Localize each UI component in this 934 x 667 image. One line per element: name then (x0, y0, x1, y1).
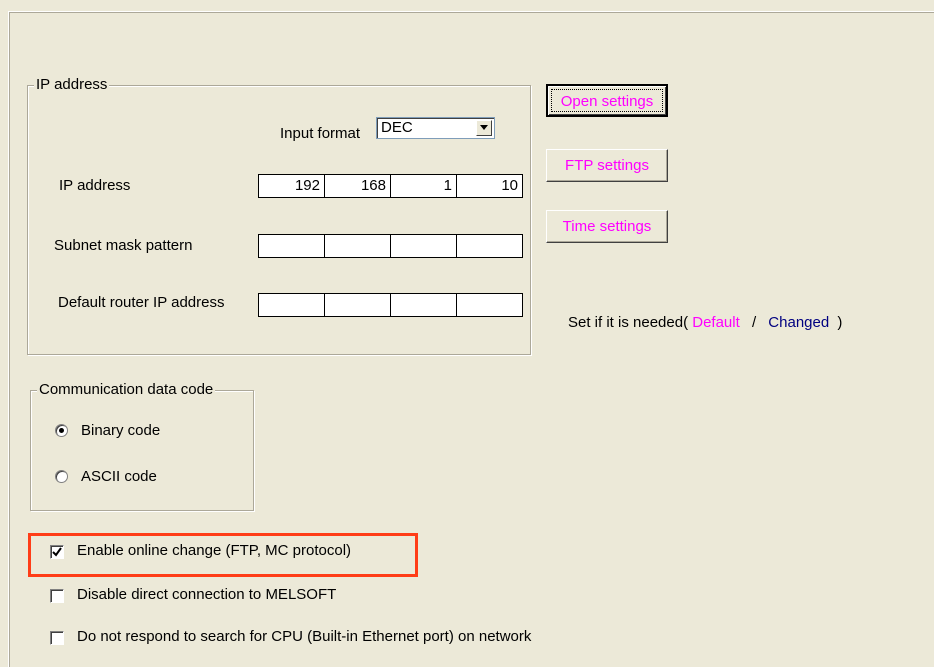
open-settings-button[interactable]: Open settings (546, 84, 668, 117)
binary-code-label[interactable]: Binary code (81, 422, 160, 440)
disable-direct-checkbox[interactable] (50, 589, 64, 603)
router-octet-1[interactable] (259, 294, 325, 316)
router-octet-2[interactable] (325, 294, 391, 316)
subnet-mask-label: Subnet mask pattern (54, 237, 193, 254)
ip-octet-1[interactable]: 192 (259, 175, 325, 197)
hint-changed: Changed (768, 314, 830, 331)
no-respond-checkbox[interactable] (50, 631, 64, 645)
open-settings-label: Open settings (560, 93, 654, 110)
ip-address-label: IP address (59, 177, 131, 194)
input-format-label: Input format (280, 125, 361, 142)
hint-prefix: Set if it is needed( (568, 314, 689, 331)
ip-group-legend: IP address (34, 76, 110, 94)
router-octet-3[interactable] (391, 294, 457, 316)
hint-suffix: ) (837, 314, 843, 331)
checkmark-icon (52, 547, 62, 557)
time-settings-button[interactable]: Time settings (546, 210, 668, 243)
subnet-octet-2[interactable] (325, 235, 391, 257)
hint-default: Default (692, 314, 740, 331)
ftp-settings-label: FTP settings (565, 157, 649, 174)
subnet-octet-1[interactable] (259, 235, 325, 257)
ascii-code-label[interactable]: ASCII code (81, 468, 157, 486)
default-router-field[interactable] (258, 293, 523, 317)
time-settings-label: Time settings (562, 218, 652, 235)
settings-hint: Set if it is needed( Default / Changed ) (568, 314, 842, 332)
ftp-settings-button[interactable]: FTP settings (546, 149, 668, 182)
chevron-down-icon[interactable] (476, 120, 492, 136)
radio-selected-dot (59, 428, 64, 433)
online-change-checkbox[interactable] (50, 545, 64, 559)
default-router-label: Default router IP address (58, 294, 225, 311)
ip-address-field[interactable]: 192 168 1 10 (258, 174, 523, 198)
input-format-select[interactable]: DEC (376, 117, 495, 139)
hint-slash: / (751, 314, 757, 331)
subnet-mask-field[interactable] (258, 234, 523, 258)
ascii-code-radio[interactable] (55, 470, 68, 483)
subnet-octet-4[interactable] (457, 235, 522, 257)
disable-direct-label[interactable]: Disable direct connection to MELSOFT (77, 586, 336, 604)
subnet-octet-3[interactable] (391, 235, 457, 257)
ip-octet-4[interactable]: 10 (457, 175, 522, 197)
ip-octet-3[interactable]: 1 (391, 175, 457, 197)
router-octet-4[interactable] (457, 294, 522, 316)
ip-octet-2[interactable]: 168 (325, 175, 391, 197)
input-format-value: DEC (381, 119, 413, 136)
binary-code-radio[interactable] (55, 424, 68, 437)
comm-group-legend: Communication data code (37, 381, 216, 399)
communication-data-code-group: Communication data code (30, 381, 254, 511)
no-respond-label[interactable]: Do not respond to search for CPU (Built-… (77, 628, 531, 646)
online-change-label[interactable]: Enable online change (FTP, MC protocol) (77, 542, 351, 560)
